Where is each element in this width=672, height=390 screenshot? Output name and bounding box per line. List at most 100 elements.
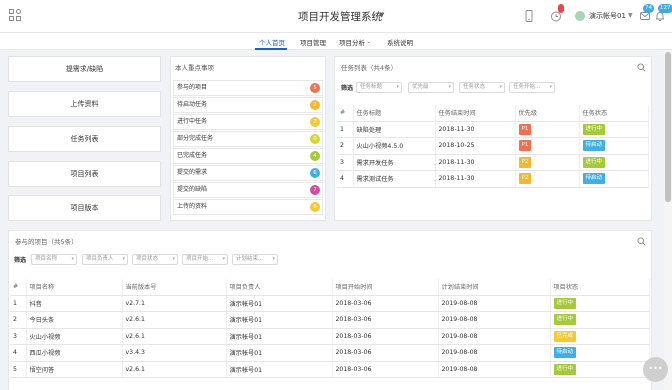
search-icon[interactable] <box>637 237 646 246</box>
focus-item-label: 提交的需求 <box>177 169 208 176</box>
status-badge: 进行中 <box>582 156 606 168</box>
avatar[interactable] <box>575 11 585 21</box>
project-name[interactable]: 悟空问答 <box>26 361 123 378</box>
priority-tag: P2 <box>518 173 532 185</box>
filter-label: 筛选 <box>14 257 27 264</box>
column-header[interactable]: 项目开始时间 <box>332 279 439 296</box>
column-header[interactable]: 优先级 <box>515 105 580 122</box>
upload-files-button[interactable]: 上传资料 <box>8 91 161 117</box>
focus-item[interactable]: 上传的资料 6 <box>173 199 323 215</box>
project-end-date: 2019-08-08 <box>438 328 551 345</box>
project-version-button[interactable]: 项目版本 <box>8 195 161 221</box>
scrollbar-thumb[interactable] <box>665 52 671 202</box>
tab-system-guide[interactable]: 系统说明 <box>387 37 413 47</box>
focus-item[interactable]: 部分完成任务 0 <box>173 131 323 147</box>
task-start-filter[interactable]: 任务开始... ▾ <box>509 82 555 93</box>
priority-filter[interactable]: 优先级 ▾ <box>408 82 454 93</box>
tab-project-analysis[interactable]: 项目分析 <box>339 37 365 47</box>
column-header[interactable]: 项目状态 <box>550 279 650 296</box>
row-number: 3 <box>10 328 27 345</box>
project-start-date: 2018-03-06 <box>332 328 439 345</box>
focus-count-badge: 2 <box>310 100 320 110</box>
status-badge: 进行中 <box>553 363 577 375</box>
project-end-filter[interactable]: 计划结束... ▾ <box>232 254 278 265</box>
status-badge: 进行中 <box>553 314 577 326</box>
tab-project-management[interactable]: 项目管理 <box>300 37 326 47</box>
focus-item[interactable]: 提交的缺陷 7 <box>173 182 323 198</box>
filter-placeholder: 任务标题 <box>360 84 383 90</box>
task-list-panel: 任务列表（共4条） 筛选 任务标题 ▾ 优先级 ▾ 任务状态 ▾ 任务开始... ▾ #… <box>334 56 652 221</box>
app-title[interactable]: 项目开发管理系统 <box>298 9 382 24</box>
priority-tag: P1 <box>518 123 532 135</box>
project-status-filter[interactable]: 项目状态 ▾ <box>132 254 178 265</box>
project-version: v2.6.1 <box>122 311 227 329</box>
submit-requirement-button[interactable]: 提需求/缺陷 <box>8 56 161 82</box>
focus-count-badge: 0 <box>310 134 320 144</box>
project-name-filter[interactable]: 项目名称 ▾ <box>31 254 77 265</box>
table-row[interactable]: 4 需求测试任务 2018-11-30 P2 待启动 <box>337 170 649 188</box>
focus-item[interactable]: 待启动任务 2 <box>173 97 323 113</box>
project-start-filter[interactable]: 项目开始... ▾ <box>182 254 228 265</box>
project-name[interactable]: 今日头条 <box>26 311 123 329</box>
filter-placeholder: 项目开始... <box>186 256 214 262</box>
status-badge: 已完成 <box>553 330 577 342</box>
column-header: # <box>337 105 354 122</box>
filter-placeholder: 项目负责人 <box>86 256 114 262</box>
column-header[interactable]: 项目名称 <box>26 279 123 296</box>
table-row[interactable]: 4 西瓜小视频 v3.4.3 演示帐号01 2018-03-06 2019-08… <box>10 344 650 362</box>
mobile-icon[interactable] <box>524 10 534 22</box>
user-caret-icon[interactable]: ▼ <box>628 12 633 19</box>
filter-placeholder: 任务开始... <box>513 84 541 90</box>
caret-down-icon[interactable]: ▼ <box>379 11 384 19</box>
app-grid-icon[interactable] <box>9 9 22 22</box>
task-title[interactable]: 缺陷处理 <box>353 121 436 138</box>
table-row[interactable]: 5 悟空问答 v2.6.1 演示帐号01 2018-03-06 2019-08-… <box>10 361 650 378</box>
project-name[interactable]: 火山小视频 <box>26 328 123 345</box>
tab-home[interactable]: 个人首页 <box>259 37 285 47</box>
table-row[interactable]: 2 火山小视频4.5.0 2018-10-25 P1 待启动 <box>337 137 649 155</box>
column-header[interactable]: 当前版本号 <box>122 279 227 296</box>
project-list-button[interactable]: 项目列表 <box>8 161 161 187</box>
table-row[interactable]: 2 今日头条 v2.6.1 演示帐号01 2018-03-06 2019-08-… <box>10 311 650 329</box>
column-header[interactable]: 任务标题 <box>353 105 436 122</box>
focus-count-badge: 5 <box>310 83 320 93</box>
focus-item-label: 参与的项目 <box>177 84 208 91</box>
task-title[interactable]: 火山小视频4.5.0 <box>353 137 436 155</box>
column-header[interactable]: 任务结束时间 <box>435 105 516 122</box>
table-row[interactable]: 1 抖音 v2.7.1 演示帐号01 2018-03-06 2019-08-08… <box>10 295 650 312</box>
column-header[interactable]: 任务状态 <box>579 105 649 122</box>
project-version: v2.7.1 <box>122 295 227 312</box>
table-row[interactable]: 3 需求开发任务 2018-11-30 P2 进行中 <box>337 154 649 171</box>
task-title-filter[interactable]: 任务标题 ▾ <box>356 82 402 93</box>
focus-item[interactable]: 参与的项目 5 <box>173 80 323 96</box>
task-title[interactable]: 需求开发任务 <box>353 154 436 171</box>
column-header: # <box>10 279 27 296</box>
project-name[interactable]: 抖音 <box>26 295 123 312</box>
project-name[interactable]: 西瓜小视频 <box>26 344 123 362</box>
task-status-filter[interactable]: 任务状态 ▾ <box>459 82 505 93</box>
message-count-badge: 74 <box>643 4 654 13</box>
row-number: 4 <box>337 170 354 188</box>
project-owner: 演示帐号01 <box>226 295 333 312</box>
table-row[interactable]: 3 火山小视频 v2.6.1 演示帐号01 2018-03-06 2019-08… <box>10 328 650 345</box>
focus-item[interactable]: 提交的需求 6 <box>173 165 323 181</box>
filter-placeholder: 任务状态 <box>463 84 486 90</box>
column-header[interactable]: 计划结束时间 <box>438 279 551 296</box>
user-name[interactable]: 演示帐号01 <box>589 11 626 21</box>
table-row[interactable]: 1 缺陷处理 2018-11-30 P1 进行中 <box>337 121 649 138</box>
focus-item[interactable]: 进行中任务 2 <box>173 114 323 130</box>
task-list-button[interactable]: 任务列表 <box>8 126 161 152</box>
status-badge: 待启动 <box>582 173 606 185</box>
chevron-down-icon[interactable]: ⌄ <box>366 37 371 45</box>
project-owner-filter[interactable]: 项目负责人 ▾ <box>82 254 128 265</box>
search-icon[interactable] <box>637 63 646 72</box>
caret-down-icon: ▾ <box>222 256 225 262</box>
focus-item[interactable]: 已完成任务 4 <box>173 148 323 164</box>
column-header[interactable]: 项目负责人 <box>226 279 333 296</box>
caret-down-icon: ▾ <box>499 84 502 90</box>
status-badge: 待启动 <box>582 140 606 152</box>
more-options-button[interactable]: ••• <box>643 357 668 382</box>
focus-count-badge: 7 <box>310 185 320 195</box>
task-title[interactable]: 需求测试任务 <box>353 170 436 188</box>
caret-down-icon: ▾ <box>71 256 74 262</box>
